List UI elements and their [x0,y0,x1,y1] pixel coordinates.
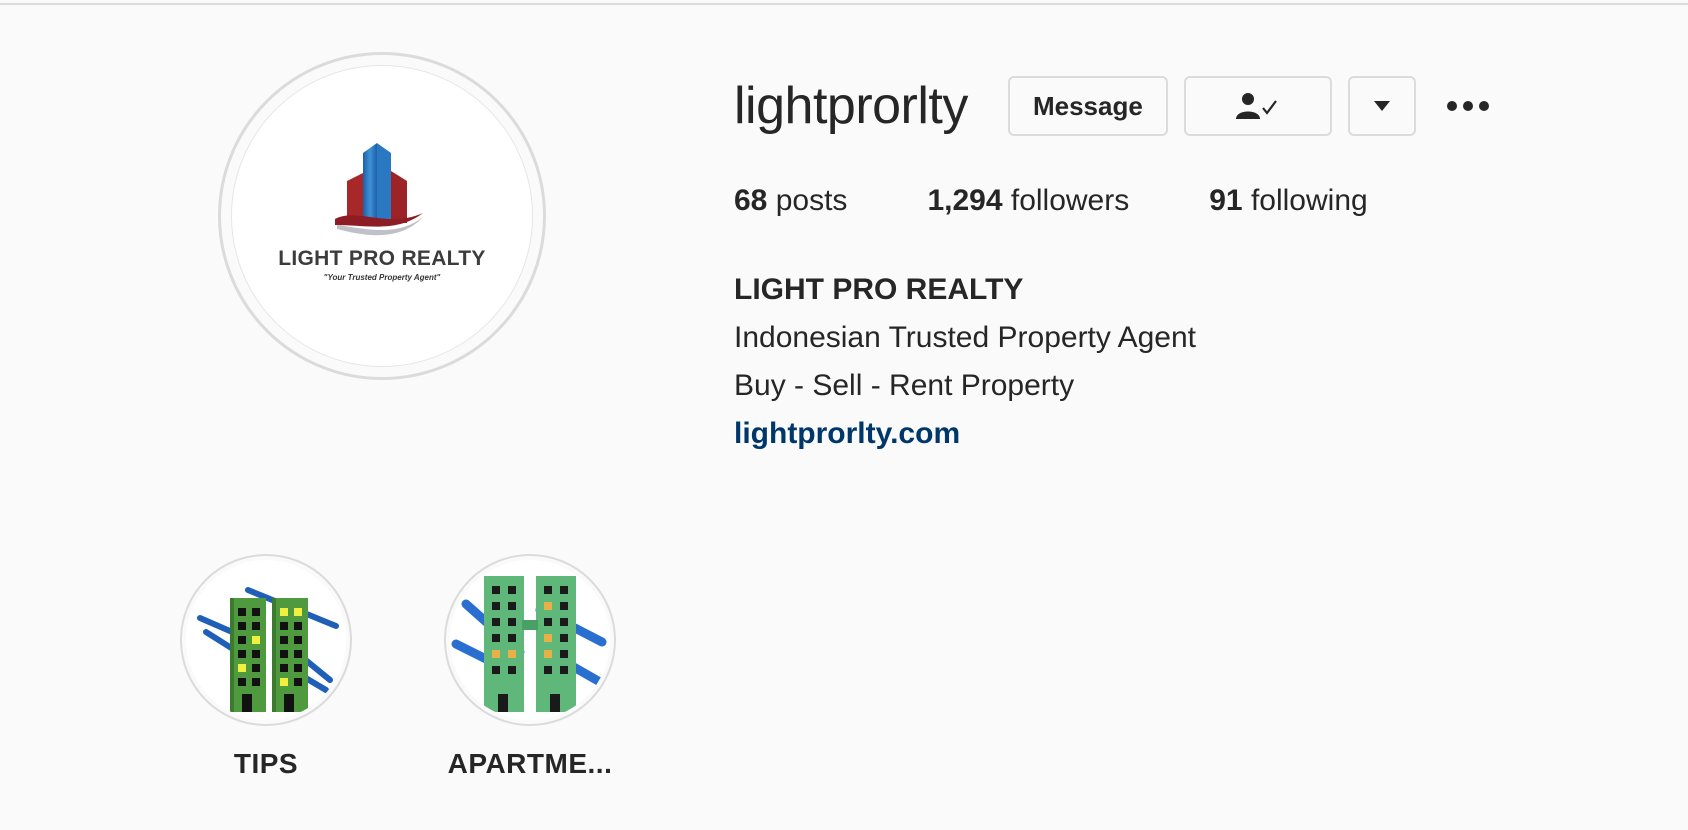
followers-count: 1,294 [927,184,1003,217]
highlight-ring [444,554,616,726]
highlight-cover [186,560,346,720]
following-count: 91 [1209,184,1243,217]
bio-full-name: LIGHT PRO REALTY [734,273,1024,306]
top-divider [0,0,1688,5]
highlight-label: APARTME... [447,748,613,779]
message-button[interactable]: Message [1007,76,1168,136]
highlight-apartments[interactable]: APARTME... [444,554,616,780]
profile-avatar[interactable]: LIGHT PRO REALTY "Your Trusted Property … [218,52,546,380]
apartment-buildings-icon [451,576,607,712]
followers-stat[interactable]: 1,294 followers [927,184,1129,218]
more-dots-icon [1446,101,1489,111]
logo-tagline: "Your Trusted Property Agent" [323,272,441,282]
following-button[interactable] [1183,76,1332,136]
caret-down-icon [1373,101,1390,111]
highlight-cover [450,560,610,720]
profile-stats: 68 posts 1,294 followers 91 following [734,184,1448,218]
highlight-ring [180,554,352,726]
posts-count: 68 [734,184,768,217]
profile-bio: LIGHT PRO REALTY Indonesian Trusted Prop… [734,266,1196,458]
highlight-label: TIPS [233,748,299,779]
bio-line-2: Buy - Sell - Rent Property [734,369,1075,402]
more-options-button[interactable] [1444,82,1492,130]
avatar-image: LIGHT PRO REALTY "Your Trusted Property … [231,65,533,367]
profile-header: lightprorlty Message [734,74,1492,138]
following-stat[interactable]: 91 following [1209,184,1367,218]
logo-text: LIGHT PRO REALTY [278,246,486,270]
person-check-icon [1235,93,1277,119]
bio-website-link[interactable]: lightprorlty.com [734,417,960,450]
suggestions-dropdown-button[interactable] [1347,76,1416,136]
apartment-buildings-icon [197,587,339,712]
realty-logo-icon [335,142,423,235]
profile-username: lightprorlty [734,77,968,135]
following-label: following [1250,184,1368,217]
posts-label: posts [775,184,848,217]
posts-stat: 68 posts [734,184,847,218]
followers-label: followers [1010,184,1130,217]
highlight-tips[interactable]: TIPS [180,554,352,780]
bio-line-1: Indonesian Trusted Property Agent [734,321,1196,354]
